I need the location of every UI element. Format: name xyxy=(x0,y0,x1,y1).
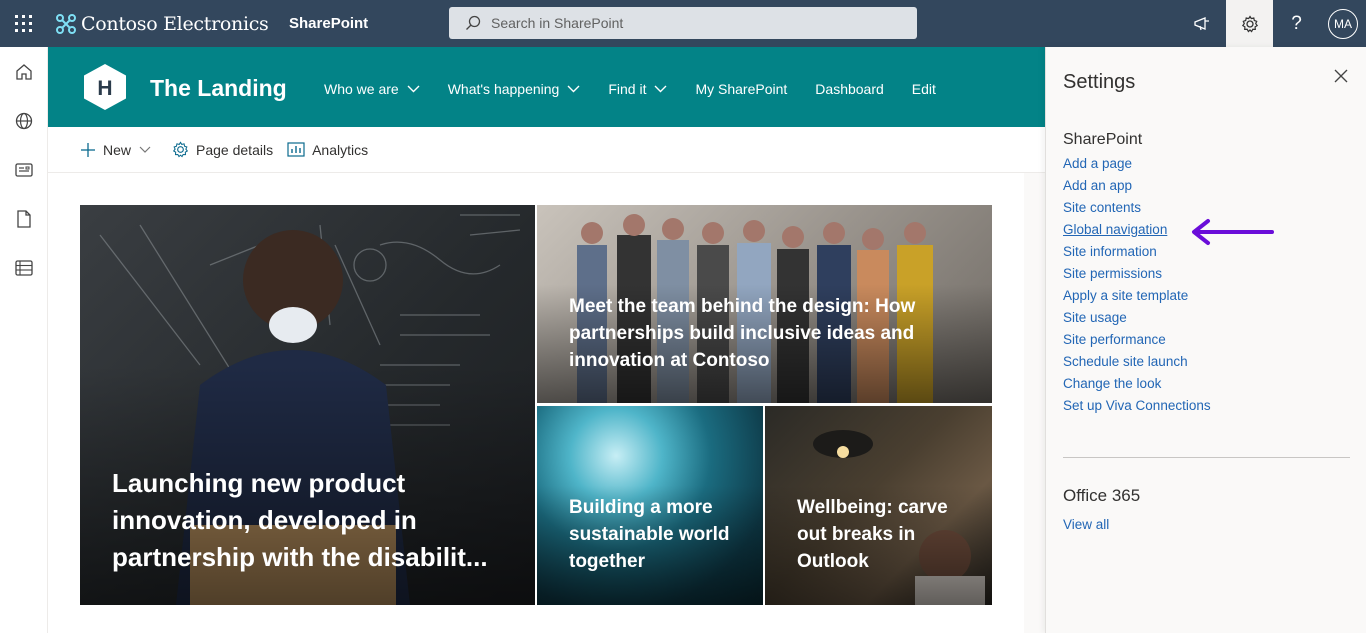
chevron-down-icon xyxy=(407,85,420,93)
avatar[interactable]: MA xyxy=(1328,8,1358,39)
chevron-down-icon xyxy=(654,85,667,93)
link-change-the-look[interactable]: Change the look xyxy=(1063,374,1211,396)
nav-label: My SharePoint xyxy=(695,81,788,97)
nav-label: Who we are xyxy=(324,81,399,97)
sharepoint-heading: SharePoint xyxy=(1063,131,1143,148)
chevron-down-icon xyxy=(139,146,151,153)
hero-title-sustainable: Building a more sustainable world togeth… xyxy=(569,497,730,572)
app-bar xyxy=(0,47,48,633)
link-add-a-page[interactable]: Add a page xyxy=(1063,154,1211,176)
gear-icon xyxy=(172,141,189,158)
link-add-an-app[interactable]: Add an app xyxy=(1063,176,1211,198)
suite-bar: Contoso Electronics SharePoint Search in… xyxy=(0,0,1366,47)
site-logo[interactable]: H xyxy=(82,63,128,116)
link-site-permissions[interactable]: Site permissions xyxy=(1063,264,1211,286)
nav-item-whats-happening[interactable]: What's happening xyxy=(448,81,581,97)
app-launcher-icon[interactable] xyxy=(0,0,47,47)
hero-title-main: Launching new product innovation, develo… xyxy=(112,468,488,572)
search-icon xyxy=(466,15,481,30)
scroll-gutter xyxy=(1024,173,1045,633)
chevron-down-icon xyxy=(567,85,580,93)
page-details-button[interactable]: Page details xyxy=(172,141,273,158)
analytics-label: Analytics xyxy=(312,141,369,158)
lists-icon[interactable] xyxy=(0,243,48,292)
office-365-heading: Office 365 xyxy=(1063,486,1141,505)
gear-icon[interactable] xyxy=(1226,0,1273,47)
link-apply-site-template[interactable]: Apply a site template xyxy=(1063,286,1211,308)
link-site-usage[interactable]: Site usage xyxy=(1063,308,1211,330)
contoso-logo-icon xyxy=(56,13,76,34)
document-icon[interactable] xyxy=(0,194,48,243)
nav-item-who-we-are[interactable]: Who we are xyxy=(324,81,420,97)
nav-label: Dashboard xyxy=(815,81,884,97)
new-label: New xyxy=(103,141,132,158)
site-header: H The Landing Who we are What's happenin… xyxy=(48,47,1045,127)
new-button[interactable]: New xyxy=(80,142,158,158)
search-placeholder: Search in SharePoint xyxy=(491,15,624,31)
link-set-up-viva-connections[interactable]: Set up Viva Connections xyxy=(1063,396,1211,418)
search-input[interactable]: Search in SharePoint xyxy=(449,7,917,39)
link-view-all[interactable]: View all xyxy=(1063,515,1109,537)
globe-icon[interactable] xyxy=(0,96,48,145)
help-icon[interactable]: ? xyxy=(1273,0,1320,47)
nav-item-edit[interactable]: Edit xyxy=(912,81,936,97)
news-icon[interactable] xyxy=(0,145,48,194)
link-site-contents[interactable]: Site contents xyxy=(1063,198,1211,220)
link-schedule-site-launch[interactable]: Schedule site launch xyxy=(1063,352,1211,374)
settings-title: Settings xyxy=(1063,71,1136,93)
divider xyxy=(1063,457,1350,458)
brand-name: Contoso Electronics xyxy=(81,12,269,35)
page-details-label: Page details xyxy=(196,141,274,158)
nav-item-find-it[interactable]: Find it xyxy=(608,81,667,97)
link-site-performance[interactable]: Site performance xyxy=(1063,330,1211,352)
nav-item-dashboard[interactable]: Dashboard xyxy=(815,81,884,97)
close-icon[interactable] xyxy=(1334,69,1348,88)
megaphone-icon[interactable] xyxy=(1179,0,1226,47)
settings-panel: Settings SharePoint Add a page Add an ap… xyxy=(1045,47,1366,633)
brand[interactable]: Contoso Electronics xyxy=(55,0,269,47)
hero-tile-sustainable[interactable]: Building a more sustainable world togeth… xyxy=(537,406,763,605)
site-title[interactable]: The Landing xyxy=(150,75,287,102)
home-icon[interactable] xyxy=(0,47,48,96)
command-bar: New Page details Analytics xyxy=(48,127,1045,173)
hero-tile-team[interactable]: Meet the team behind the design: How par… xyxy=(537,205,992,403)
annotation-arrow-icon xyxy=(1192,219,1274,245)
app-name[interactable]: SharePoint xyxy=(289,15,368,32)
sharepoint-settings-links: Add a page Add an app Site contents Glob… xyxy=(1063,154,1211,418)
hero-tile-wellbeing[interactable]: Wellbeing: carve out breaks in Outlook xyxy=(765,406,992,605)
analytics-button[interactable]: Analytics xyxy=(287,142,368,158)
plus-icon xyxy=(81,142,95,157)
nav-label: Edit xyxy=(911,81,936,97)
hero-title-team: Meet the team behind the design: How par… xyxy=(569,296,916,371)
nav-label: What's happening xyxy=(447,81,560,97)
hero-tile-main[interactable]: Launching new product innovation, develo… xyxy=(80,205,535,605)
site-logo-letter: H xyxy=(97,77,112,100)
nav-label: Find it xyxy=(608,81,647,97)
site-navigation: Who we are What's happening Find it My S… xyxy=(324,81,964,97)
hero-title-wellbeing: Wellbeing: carve out breaks in Outlook xyxy=(797,497,948,572)
analytics-icon xyxy=(287,142,305,157)
nav-item-my-sharepoint[interactable]: My SharePoint xyxy=(695,81,787,97)
